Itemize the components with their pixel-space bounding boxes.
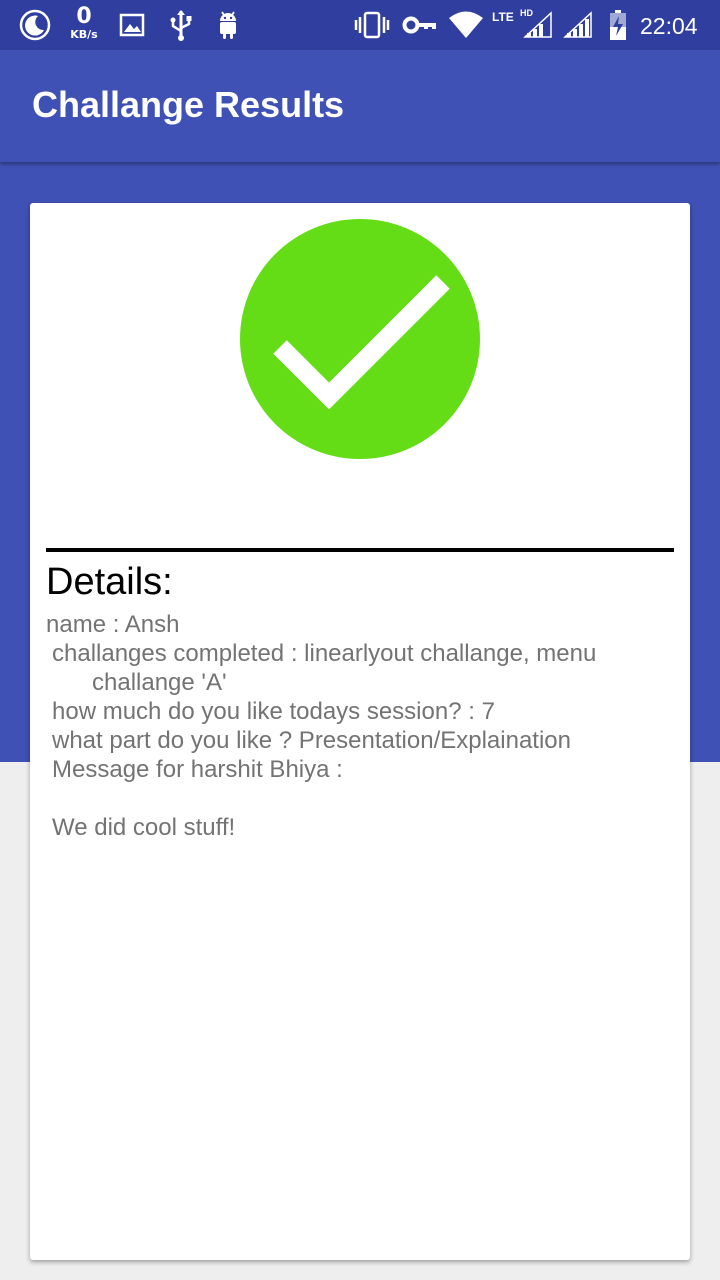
network-speed-value: 0 bbox=[76, 4, 92, 29]
android-icon bbox=[214, 0, 242, 50]
vpn-key-icon bbox=[402, 0, 438, 50]
status-time: 22:04 bbox=[640, 13, 698, 39]
detail-message: We did cool stuff! bbox=[52, 814, 236, 841]
lte-label: LTE bbox=[492, 10, 514, 24]
image-icon bbox=[118, 0, 146, 50]
battery-charging-icon bbox=[606, 0, 630, 50]
details-heading: Details: bbox=[46, 561, 173, 603]
signal-icon bbox=[562, 0, 594, 50]
details-text: name : Ansh challanges completed : linea… bbox=[46, 610, 666, 842]
vibrate-icon bbox=[354, 0, 390, 50]
divider bbox=[46, 548, 674, 552]
detail-message-label: Message for harshit Bhiya : bbox=[52, 756, 343, 783]
signal-icon bbox=[522, 0, 554, 50]
wifi-icon bbox=[448, 0, 484, 50]
detail-rating: how much do you like todays session? : 7 bbox=[52, 698, 495, 725]
app-bar: Challange Results bbox=[0, 50, 720, 162]
check-circle-icon bbox=[240, 219, 480, 459]
detail-favorite-part: what part do you like ? Presentation/Exp… bbox=[52, 727, 571, 754]
detail-challenges-continued: challange 'A' bbox=[92, 669, 227, 696]
page-title: Challange Results bbox=[32, 84, 345, 125]
status-bar: 0 KB/s LTE HD 22:04 bbox=[0, 0, 720, 50]
usb-icon bbox=[168, 0, 194, 50]
result-card: Details: name : Ansh challanges complete… bbox=[30, 203, 690, 1260]
detail-challenges: challanges completed : linearlyout chall… bbox=[52, 640, 597, 667]
detail-name: name : Ansh bbox=[46, 611, 180, 638]
moon-icon bbox=[18, 0, 52, 50]
network-speed: 0 KB/s bbox=[64, 4, 104, 41]
network-speed-unit: KB/s bbox=[70, 28, 98, 41]
